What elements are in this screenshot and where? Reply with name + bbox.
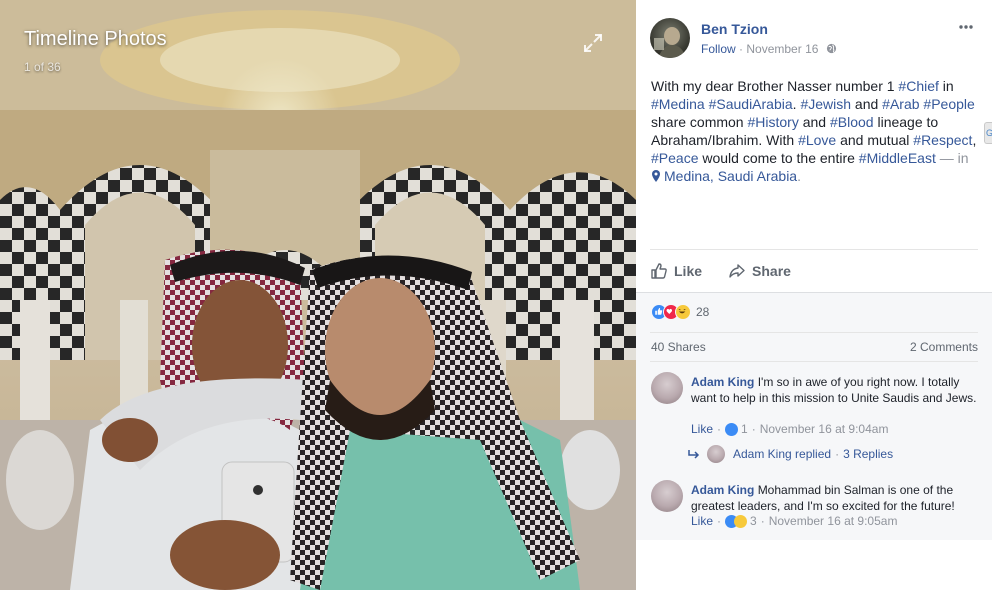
comment-meta: Like · 1 · November 16 at 9:04am xyxy=(691,422,888,436)
hashtag-link[interactable]: #Chief xyxy=(898,78,938,94)
comment-time[interactable]: November 16 at 9:04am xyxy=(760,422,889,436)
hashtag-link[interactable]: #People xyxy=(923,96,974,112)
hashtag-link[interactable]: #MiddleEast xyxy=(859,150,936,166)
commenter-avatar[interactable] xyxy=(651,480,683,512)
album-title[interactable]: Timeline Photos xyxy=(24,28,167,51)
photo-image xyxy=(0,0,636,590)
post-text-run: in xyxy=(938,78,954,94)
comment-author[interactable]: Adam King xyxy=(691,483,754,497)
meta-separator: · xyxy=(739,42,744,56)
post-meta: Follow · November 16 xyxy=(701,42,837,56)
post-text-run: and mutual xyxy=(836,132,914,148)
location-prefix: — in xyxy=(935,150,969,166)
photo-viewer[interactable]: Timeline Photos 1 of 36 xyxy=(0,0,636,590)
post-side-panel: Ben Tzion Follow · November 16 With my d… xyxy=(636,0,992,590)
hashtag-link[interactable]: #History xyxy=(747,114,798,130)
comment-like-link[interactable]: Like xyxy=(691,514,713,528)
meta-dot: · xyxy=(760,514,765,528)
post-text-run: would come to the entire xyxy=(698,150,859,166)
meta-dot: · xyxy=(717,422,722,436)
globe-icon xyxy=(826,43,836,54)
comment-meta: Like · 3 · November 16 at 9:05am xyxy=(691,514,897,528)
shares-count[interactable]: 40 Shares xyxy=(651,340,706,354)
follow-link[interactable]: Follow xyxy=(701,42,736,56)
replies-dot: · xyxy=(835,447,840,461)
meta-dot: · xyxy=(717,514,722,528)
comment-author[interactable]: Adam King xyxy=(691,375,754,389)
comment-time[interactable]: November 16 at 9:05am xyxy=(769,514,898,528)
author-name[interactable]: Ben Tzion xyxy=(701,21,768,37)
hashtag-link[interactable]: #Blood xyxy=(830,114,874,130)
post-text-run: With my dear Brother Nasser number 1 xyxy=(651,78,899,94)
reply-avatar xyxy=(707,445,725,463)
hashtag-link[interactable]: #Love xyxy=(798,132,836,148)
reactions-summary[interactable]: 28 xyxy=(651,303,709,321)
wow-reaction-icon xyxy=(734,514,748,528)
hashtag-link[interactable]: #Peace xyxy=(651,150,698,166)
divider-top xyxy=(636,292,992,293)
location-link[interactable]: Medina, Saudi Arabia xyxy=(664,168,797,184)
post-text-run: and xyxy=(851,96,883,112)
share-button[interactable]: Share xyxy=(728,262,791,280)
meta-dot: · xyxy=(751,422,756,436)
post-date[interactable]: November 16 xyxy=(746,42,818,56)
thumbs-up-icon xyxy=(651,263,667,279)
post-text-body: With my dear Brother Nasser number 1 #Ch… xyxy=(651,78,976,166)
haha-reaction-icon xyxy=(675,304,691,320)
replies-count[interactable]: 3 Replies xyxy=(843,447,893,461)
replies-author[interactable]: Adam King replied xyxy=(733,447,831,461)
post-header: Ben Tzion Follow · November 16 xyxy=(650,14,978,60)
reaction-count[interactable]: 28 xyxy=(696,305,709,319)
comment-body: Adam King I'm so in awe of you right now… xyxy=(691,374,983,406)
comment-reaction-count[interactable]: 1 xyxy=(741,422,748,436)
hashtag-link[interactable]: #Jewish xyxy=(800,96,851,112)
comment-body: Adam King Mohammad bin Salman is one of … xyxy=(691,482,983,514)
divider-comments xyxy=(650,361,978,362)
like-button[interactable]: Like xyxy=(650,262,702,280)
post-text-run: share common xyxy=(651,114,748,130)
hashtag-link[interactable]: #Arab xyxy=(882,96,919,112)
stats-row: 40 Shares 2 Comments xyxy=(651,340,978,354)
location-pin-icon xyxy=(652,170,660,182)
post-text-run: , xyxy=(972,132,977,148)
expand-icon[interactable] xyxy=(582,32,604,54)
commenter-avatar[interactable] xyxy=(651,372,683,404)
like-label: Like xyxy=(674,263,703,279)
hashtag-link[interactable]: #Medina xyxy=(651,96,705,112)
action-bar: Like Share xyxy=(650,258,817,284)
share-arrow-icon xyxy=(729,264,745,278)
engagement-section: 28 40 Shares 2 Comments Adam King I'm so… xyxy=(636,292,992,540)
comments-count[interactable]: 2 Comments xyxy=(910,340,978,354)
comment-item: Adam King Mohammad bin Salman is one of … xyxy=(651,480,981,532)
photo-counter: 1 of 36 xyxy=(24,60,61,74)
reply-arrow-icon xyxy=(688,450,700,459)
more-options-icon[interactable] xyxy=(958,20,974,34)
comment-like-link[interactable]: Like xyxy=(691,422,713,436)
share-label: Share xyxy=(752,263,791,279)
like-reaction-icon xyxy=(725,422,739,436)
comment-item: Adam King I'm so in awe of you right now… xyxy=(651,372,983,463)
author-avatar[interactable] xyxy=(650,18,690,58)
replies-link[interactable]: Adam King replied · 3 Replies xyxy=(688,445,893,463)
hashtag-link[interactable]: #SaudiArabia xyxy=(709,96,793,112)
location-suffix: . xyxy=(797,168,801,184)
comment-reaction-count[interactable]: 3 xyxy=(750,514,757,528)
post-text-run: and xyxy=(798,114,830,130)
hashtag-link[interactable]: #Respect xyxy=(913,132,972,148)
post-text: With my dear Brother Nasser number 1 #Ch… xyxy=(651,77,981,185)
side-extension-tab[interactable]: G xyxy=(984,122,992,144)
divider-reactions xyxy=(650,332,978,333)
divider-actions xyxy=(650,249,978,250)
photo-header: Timeline Photos 1 of 36 xyxy=(24,28,167,74)
